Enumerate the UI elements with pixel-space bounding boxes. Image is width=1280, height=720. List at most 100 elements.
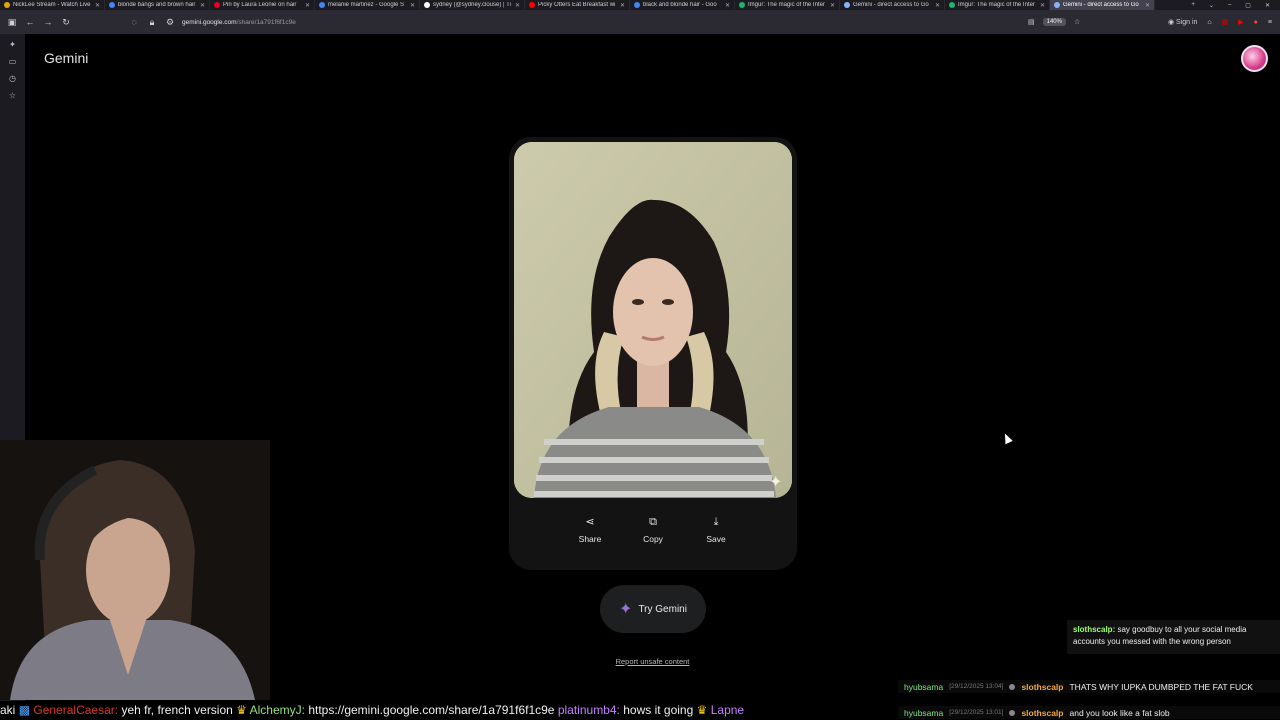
reload-icon[interactable]: ↻ [60,16,72,28]
site-info-icon[interactable]: ⚙ [164,16,176,28]
sidebar-toggle-icon[interactable]: ▣ [6,16,18,28]
reader-view-icon[interactable]: ▤ [1028,18,1035,26]
browser-tab[interactable]: Picky Otters Eat Breakfast wi ✕ [525,0,630,10]
tab-label: Gemini - direct access to Go [853,2,929,8]
ai-chat-icon[interactable]: ✦ [0,36,25,53]
nav-bar: ▣ ← → ↻ ◌ 🔒︎ ⚙ gemini.google.com/share/1… [0,10,1280,34]
chat-platform-user: hyubsama [904,681,944,692]
browser-tab[interactable]: blonde bangs and brown hair ✕ [105,0,210,10]
browser-tab[interactable]: Pin by Laura Leonie on hair ✕ [210,0,315,10]
extension-icon[interactable]: ● [1254,19,1258,26]
try-gemini-label: Try Gemini [638,603,687,615]
download-icon: ⤓ [713,516,719,528]
address-bar[interactable]: gemini.google.com/share/1a791f6f1c9e [182,19,296,26]
tab-favicon-icon [424,2,430,8]
sign-in-label[interactable]: Sign in [1176,19,1197,26]
bookmark-star-icon[interactable]: ☆ [1074,18,1080,26]
tab-close-icon[interactable]: ✕ [200,2,205,9]
ticker-message: https://gemini.google.com/share/1a791f6f… [308,703,555,717]
chat-message: and you look like a fat slob [1069,707,1170,718]
mouse-cursor-icon [1001,431,1013,445]
share-button[interactable]: ⋖ Share [560,516,620,556]
badge-icon: ▩ [18,703,31,717]
ticker-user: platinumb4: [557,703,620,717]
bookmarks-icon[interactable]: ☆ [0,87,25,104]
gemini-spark-icon: ✦ [619,601,633,618]
menu-icon[interactable]: ≡ [1268,19,1272,26]
tab-bar: NickLee Stream - Watch Live ✕ blonde bangs… [0,0,1280,10]
tab-label: Imgur: The magic of the Inter [958,2,1035,8]
extension-icon[interactable]: ▦ [1222,18,1229,26]
tab-label: melanie martinez - Google S [328,2,405,8]
browser-tab[interactable]: melanie martinez - Google S ✕ [315,0,420,10]
ticker-user: GeneralCaesar: [33,703,119,717]
browser-tab[interactable]: black and blonde hair - Goo ✕ [630,0,735,10]
browser-tab[interactable]: Gemini - direct access to Go ✕ [1050,0,1155,10]
browser-tab[interactable]: NickLee Stream - Watch Live ✕ [0,0,105,10]
forward-icon[interactable]: → [42,16,54,28]
youtube-extension-icon[interactable]: ▶ [1238,18,1243,26]
webcam-overlay [0,440,270,700]
tab-favicon-icon [1054,2,1060,8]
share-icon: ⋖ [585,516,595,528]
tab-close-icon[interactable]: ✕ [410,2,415,9]
user-dot-icon [1009,709,1016,716]
tab-favicon-icon [109,2,115,8]
tab-close-icon[interactable]: ✕ [620,2,625,9]
generated-image[interactable]: ✦ [514,142,792,498]
tab-favicon-icon [214,2,220,8]
url-path: /share/1a791f6f1c9e [236,18,296,26]
chat-line: hyubsama [29/12/2025 13:04] slothscalp T… [898,680,1280,693]
save-label: Save [706,534,726,544]
account-icon[interactable]: ◉ Sign in [1168,18,1197,26]
browser-tab[interactable]: sydney (@sydney.clouse) | Ti ✕ [420,0,525,10]
gemini-logo-text[interactable]: Gemini [44,50,88,66]
chat-line: hyubsama [29/12/2025 13:01] slothscalp a… [898,706,1280,719]
new-tab-icon[interactable]: + [1191,2,1195,9]
synced-tabs-icon[interactable]: ▭ [0,53,25,70]
tab-label: Imgur: The magic of the Inter [748,2,825,8]
tab-favicon-icon [949,2,955,8]
lock-icon: 🔒︎ [149,16,155,27]
ticker-user: Lapne [710,703,745,717]
shield-icon[interactable]: ◌ [128,16,140,28]
ticker-message: hows it going [623,703,694,717]
minimize-icon[interactable]: – [1228,2,1231,9]
window-controls: + ⌄ – ▢ ✕ [1191,2,1280,9]
chat-username: slothscalp [1021,681,1064,692]
tab-close-icon[interactable]: ✕ [725,2,730,9]
chat-timestamp: [29/12/2025 13:04] [949,683,1004,690]
report-unsafe-link[interactable]: Report unsafe content [560,657,745,666]
user-dot-icon [1009,683,1016,690]
tab-list-icon[interactable]: ⌄ [1209,2,1214,9]
copy-button[interactable]: ⧉ Copy [623,516,683,556]
tab-close-icon[interactable]: ✕ [1145,2,1150,9]
tab-close-icon[interactable]: ✕ [305,2,310,9]
chat-popup: slothscalp: say goodbuy to all your soci… [1067,620,1280,654]
browser-tab[interactable]: Gemini - direct access to Go ✕ [840,0,945,10]
zoom-badge[interactable]: 140% [1042,18,1066,26]
svg-text:✦: ✦ [769,472,782,491]
chat-ticker: aki ▩ GeneralCaesar: yeh fr, french vers… [0,701,898,720]
browser-tab[interactable]: Imgur: The magic of the Inter ✕ [945,0,1050,10]
webcam-illustration [0,440,270,700]
tab-close-icon[interactable]: ✕ [515,2,520,9]
url-domain: gemini.google.com [182,18,237,26]
save-button[interactable]: ⤓ Save [686,516,746,556]
tab-close-icon[interactable]: ✕ [1040,2,1045,9]
tab-close-icon[interactable]: ✕ [935,2,940,9]
browser-tab[interactable]: Imgur: The magic of the Inter ✕ [735,0,840,10]
tab-close-icon[interactable]: ✕ [95,2,100,9]
tab-favicon-icon [319,2,325,8]
tab-favicon-icon [529,2,535,8]
tab-label: sydney (@sydney.clouse) | Ti [433,2,511,8]
history-icon[interactable]: ◷ [0,70,25,87]
extensions-icon[interactable]: ⌂ [1207,19,1211,26]
back-icon[interactable]: ← [24,16,36,28]
badge-icon: ♛ [236,703,247,717]
try-gemini-button[interactable]: ✦ Try Gemini [600,585,706,633]
avatar[interactable] [1241,45,1268,72]
tab-close-icon[interactable]: ✕ [830,2,835,9]
close-window-icon[interactable]: ✕ [1265,2,1270,9]
maximize-icon[interactable]: ▢ [1245,2,1251,9]
